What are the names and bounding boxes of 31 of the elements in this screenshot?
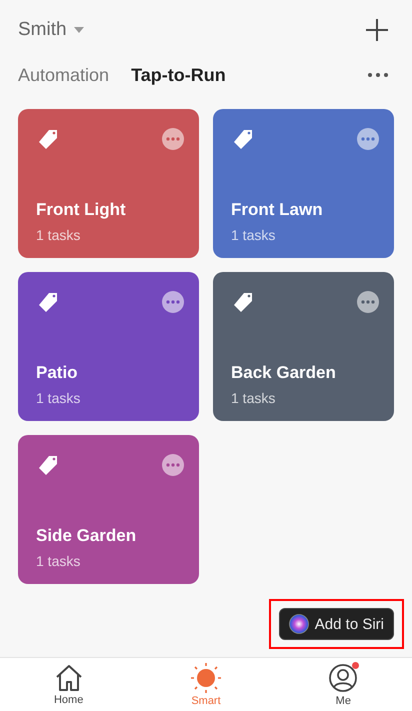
scene-name: Front Lawn bbox=[231, 200, 324, 220]
more-icon[interactable] bbox=[357, 291, 379, 314]
scene-name: Side Garden bbox=[36, 526, 138, 546]
scene-card[interactable]: Side Garden 1 tasks bbox=[18, 435, 199, 584]
nav-tab[interactable]: Home bbox=[28, 658, 109, 711]
scene-name: Patio bbox=[36, 363, 79, 384]
siri-icon bbox=[288, 614, 309, 634]
task-count: 1 tasks bbox=[231, 227, 276, 244]
profile-icon bbox=[328, 662, 358, 693]
task-count: 1 tasks bbox=[231, 390, 276, 406]
scene-card[interactable]: Front Lawn 1 tasks bbox=[213, 109, 394, 258]
task-count: 1 tasks bbox=[36, 553, 82, 570]
nav-tab[interactable]: Smart bbox=[166, 658, 246, 711]
add-icon[interactable] bbox=[365, 18, 389, 42]
tab[interactable]: Automation bbox=[18, 64, 110, 86]
scene-name: Back Garden bbox=[231, 363, 337, 384]
scene-card[interactable]: Back Garden 1 tasks bbox=[213, 272, 394, 422]
add-to-siri-button[interactable]: Add to Siri bbox=[278, 608, 394, 640]
more-icon[interactable] bbox=[368, 73, 388, 78]
scene-card[interactable]: Patio 1 tasks bbox=[18, 272, 199, 422]
scene-name: Front Light bbox=[36, 200, 127, 220]
home-name[interactable]: Smith bbox=[18, 19, 67, 42]
more-icon[interactable] bbox=[162, 291, 184, 314]
sun-icon bbox=[190, 662, 221, 693]
task-count: 1 tasks bbox=[36, 390, 82, 406]
tab[interactable]: Tap-to-Run bbox=[131, 64, 226, 86]
task-count: 1 tasks bbox=[36, 227, 82, 244]
dropdown-icon[interactable] bbox=[72, 26, 85, 34]
nav-tab[interactable]: Me bbox=[303, 658, 384, 711]
home-icon bbox=[54, 664, 84, 692]
scene-card[interactable]: Front Light 1 tasks bbox=[18, 109, 199, 258]
